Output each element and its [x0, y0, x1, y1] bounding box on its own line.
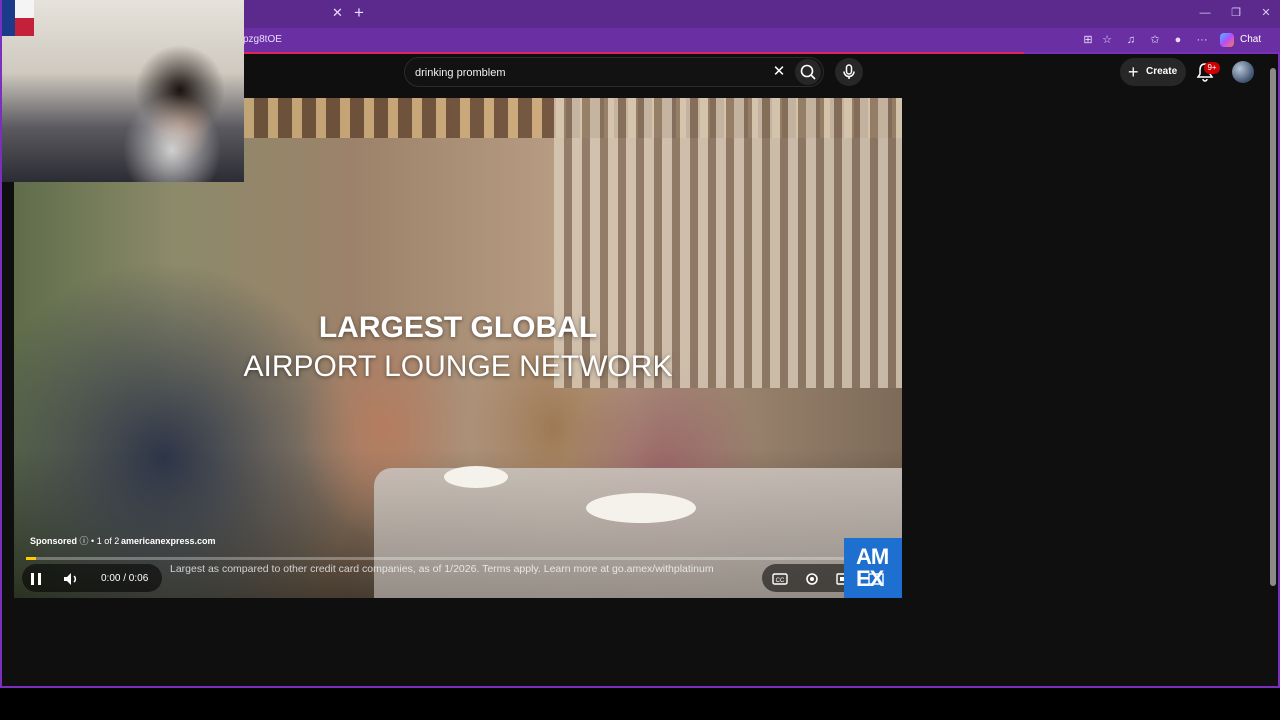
- restore-icon[interactable]: ❐: [1229, 6, 1243, 20]
- account-avatar[interactable]: [1232, 61, 1254, 83]
- volume-icon[interactable]: [61, 569, 81, 589]
- favorite-star-icon[interactable]: ☆: [1100, 33, 1114, 47]
- info-icon[interactable]: ⓘ: [80, 536, 92, 546]
- ad-headline-line2: AIRPORT LOUNGE NETWORK: [243, 350, 673, 383]
- sponsored-text: Sponsored: [30, 536, 78, 546]
- video-scene-plate: [444, 466, 508, 488]
- favorites-icon[interactable]: ✩: [1148, 33, 1162, 47]
- microphone-icon: [843, 64, 855, 79]
- sponsored-label: Sponsored ⓘ • 1 of 2: [30, 535, 119, 547]
- minimize-icon[interactable]: —: [1198, 6, 1212, 20]
- webcam-overlay: [2, 0, 244, 182]
- video-scene-plate: [586, 493, 696, 523]
- ad-progress-fill: [26, 557, 36, 560]
- close-tab-icon[interactable]: ✕: [332, 6, 344, 20]
- pause-icon[interactable]: [26, 569, 46, 589]
- texas-flag: [2, 0, 34, 36]
- browser-window: ✕ + — ❐ ✕ pzg8tOE ⊞ ☆ ♫ ✩ ● ··· Chat dri…: [0, 0, 1280, 688]
- url-text[interactable]: pzg8tOE: [243, 33, 282, 47]
- ad-headline-line1: LARGEST GLOBAL: [318, 311, 598, 344]
- ad-disclaimer: Largest as compared to other credit card…: [170, 563, 714, 575]
- app-available-icon[interactable]: ⊞: [1081, 33, 1095, 47]
- page-load-bar: [244, 52, 1024, 54]
- ad-count: • 1 of 2: [91, 536, 120, 546]
- more-menu-icon[interactable]: ···: [1195, 33, 1209, 47]
- search-box[interactable]: drinking promblem ✕: [404, 57, 824, 87]
- scrollbar-thumb[interactable]: [1270, 68, 1276, 586]
- svg-text:CC: CC: [776, 578, 785, 584]
- extensions-icon[interactable]: ♫: [1124, 33, 1138, 47]
- search-icon: [800, 64, 816, 80]
- new-tab-icon[interactable]: +: [354, 4, 370, 22]
- plus-icon: +: [1128, 62, 1139, 82]
- page-scrollbar[interactable]: [1268, 56, 1278, 686]
- advertiser-link[interactable]: americanexpress.com: [121, 535, 216, 547]
- settings-gear-icon[interactable]: [802, 569, 822, 589]
- voice-search-button[interactable]: [835, 58, 863, 86]
- copilot-icon[interactable]: [1220, 33, 1234, 47]
- notification-badge: 9+: [1204, 62, 1220, 74]
- profile-icon[interactable]: ●: [1171, 33, 1185, 47]
- search-input[interactable]: drinking promblem: [415, 65, 505, 81]
- fullscreen-icon[interactable]: [866, 569, 886, 589]
- closed-captions-icon[interactable]: CC: [770, 569, 790, 589]
- create-label: Create: [1146, 66, 1178, 77]
- create-button[interactable]: + Create: [1120, 58, 1186, 86]
- amex-logo: AM EX: [844, 538, 902, 598]
- search-button[interactable]: [795, 59, 821, 85]
- clear-search-icon[interactable]: ✕: [771, 63, 787, 81]
- close-window-icon[interactable]: ✕: [1259, 6, 1273, 20]
- chat-button[interactable]: Chat: [1240, 33, 1261, 47]
- ad-progress-bar[interactable]: [26, 557, 850, 560]
- time-display: 0:00 / 0:06: [101, 573, 149, 584]
